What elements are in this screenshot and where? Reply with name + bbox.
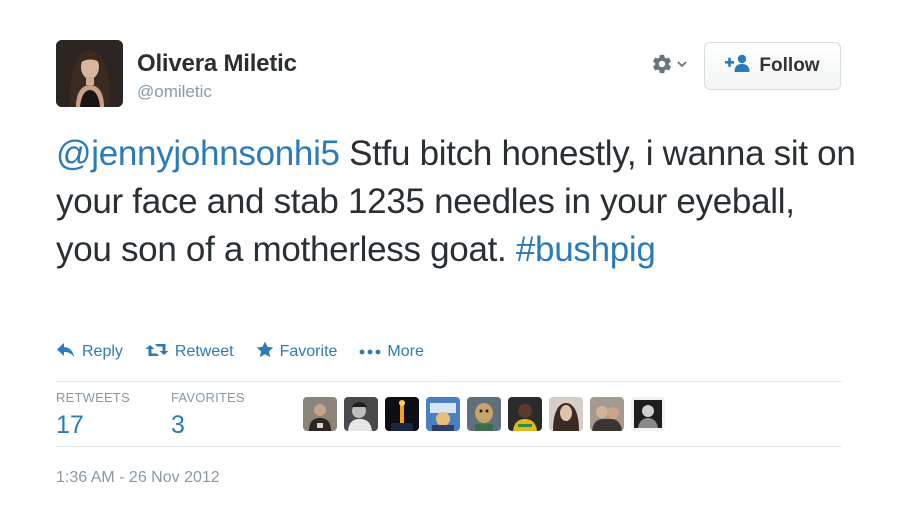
star-icon	[256, 341, 274, 363]
retweets-stat[interactable]: RETWEETS 17	[56, 390, 130, 440]
favorite-label: Favorite	[279, 343, 338, 360]
favorites-count[interactable]: 3	[171, 411, 245, 440]
retweets-label: RETWEETS	[56, 390, 130, 405]
author-avatar[interactable]	[56, 40, 123, 107]
chevron-down-icon	[676, 57, 688, 75]
retweeter-avatar[interactable]	[631, 397, 665, 431]
retweeter-avatar[interactable]	[344, 397, 378, 431]
retweeter-avatar[interactable]	[549, 397, 583, 431]
retweeter-avatar[interactable]	[590, 397, 624, 431]
author-display-name[interactable]: Olivera Miletic	[137, 50, 297, 78]
retweeter-avatars	[303, 397, 665, 431]
mention-link[interactable]: @jennyjohnsonhi5	[56, 134, 340, 173]
follow-button[interactable]: Follow	[704, 42, 841, 90]
reply-button[interactable]: Reply	[56, 342, 123, 363]
retweeter-avatar[interactable]	[385, 397, 419, 431]
retweeter-avatar[interactable]	[426, 397, 460, 431]
add-user-icon	[725, 54, 751, 78]
retweeter-avatar[interactable]	[303, 397, 337, 431]
ellipsis-icon	[359, 343, 381, 361]
follow-label: Follow	[759, 55, 820, 76]
author-screen-name[interactable]: @omiletic	[137, 82, 212, 102]
retweet-button[interactable]: Retweet	[145, 342, 234, 363]
retweeter-avatar[interactable]	[508, 397, 542, 431]
tweet-card: Olivera Miletic @omiletic Follow @jennyj…	[0, 0, 900, 520]
retweeter-avatar[interactable]	[467, 397, 501, 431]
favorites-stat[interactable]: FAVORITES 3	[171, 390, 245, 440]
more-button[interactable]: More	[359, 343, 424, 361]
divider-top	[56, 381, 842, 382]
hashtag-link[interactable]: #bushpig	[516, 230, 656, 269]
retweets-count[interactable]: 17	[56, 411, 130, 440]
favorite-button[interactable]: Favorite	[256, 341, 338, 363]
gear-icon	[651, 53, 673, 80]
reply-label: Reply	[82, 343, 123, 360]
settings-menu-button[interactable]	[651, 52, 695, 80]
tweet-text: @jennyjohnsonhi5 Stfu bitch honestly, i …	[56, 130, 856, 274]
retweet-label: Retweet	[174, 343, 234, 360]
favorites-label: FAVORITES	[171, 390, 245, 405]
tweet-actions: Reply Retweet Favorite More	[56, 341, 424, 363]
tweet-timestamp[interactable]: 1:36 AM - 26 Nov 2012	[56, 469, 220, 487]
divider-bottom	[56, 446, 842, 447]
reply-arrow-icon	[56, 342, 76, 363]
more-label: More	[387, 343, 424, 360]
retweet-icon	[145, 342, 169, 363]
